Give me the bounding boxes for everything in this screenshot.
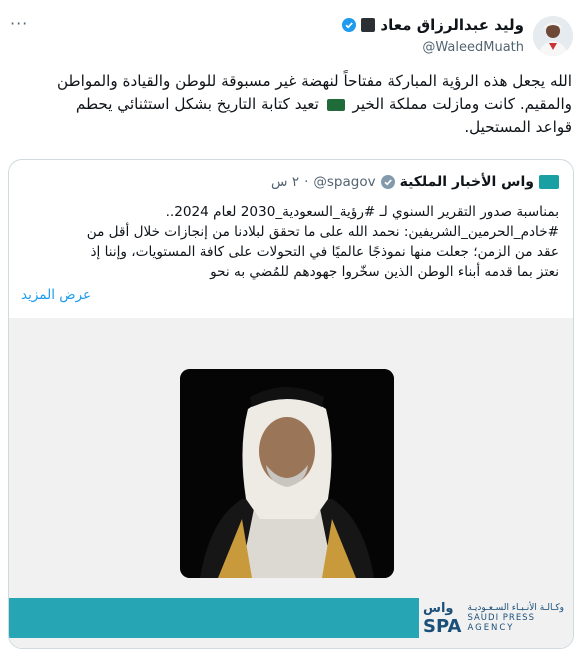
show-more-link[interactable]: عرض المزيد [21, 287, 91, 303]
quote-line: نعتز بما قدمه أبناء الوطن الذين سخّروا ج… [210, 264, 559, 280]
verified-badge-icon [342, 18, 357, 32]
teal-pattern-band [9, 598, 419, 638]
meta-separator: · [304, 174, 309, 190]
tweet-line: قواعد المستحيل. [464, 118, 572, 136]
author-handle[interactable]: @WaleedMuath [342, 40, 524, 55]
quote-time[interactable]: ٢ س [271, 174, 299, 190]
quote-header: واس الأخبار الملكية @spagov · ٢ س [271, 174, 559, 190]
tweet-line-part: تعيد كتابة التاريخ بشكل استثنائي يحطم [75, 95, 319, 113]
quoted-tweet-card[interactable]: واس الأخبار الملكية @spagov · ٢ س بمناسب… [8, 159, 574, 649]
spa-brand-mark: واس SPA [423, 600, 461, 636]
author-name[interactable]: وليد عبدالرزاق معاد [380, 16, 524, 34]
quote-line: عقد من الزمن؛ جعلت منها نموذجًا عالميًا … [90, 244, 559, 260]
quote-text: بمناسبة صدور التقرير السنوي لـ #رؤية_الس… [21, 202, 559, 282]
more-options-button[interactable]: ··· [10, 14, 28, 33]
saudi-flag-icon [326, 98, 345, 111]
quote-media-image[interactable]: واس SPA وكـالـة الأنـبـاء السـعـوديـة SA… [9, 318, 573, 648]
verified-badge-gray-icon [380, 175, 395, 189]
portrait-photo [180, 369, 394, 578]
quote-author-name[interactable]: واس الأخبار الملكية [400, 174, 534, 190]
shield-emoji-icon [361, 18, 376, 32]
brand-mark-bottom: SPA [423, 616, 462, 637]
tweet-line: والمقيم. كانت ومازلت مملكة الخير تعيد كت… [12, 93, 572, 116]
author-avatar[interactable] [533, 16, 573, 56]
quote-line: #خادم_الحرمين_الشريفين: نحمد الله على ما… [86, 224, 559, 240]
tweet-line-part: والمقيم. كانت ومازلت مملكة الخير [352, 95, 572, 113]
brand-english-1: SAUDI PRESS [467, 613, 535, 623]
tweet-header: وليد عبدالرزاق معاد @WaleedMuath [342, 16, 524, 55]
avatar-image [533, 16, 573, 56]
quote-line: بمناسبة صدور التقرير السنوي لـ #رؤية_الس… [165, 204, 559, 220]
brand-english-2: AGENCY [467, 623, 515, 633]
brand-arabic: وكـالـة الأنـبـاء السـعـوديـة [467, 603, 564, 613]
spa-brand-text: وكـالـة الأنـبـاء السـعـوديـة SAUDI PRES… [467, 603, 564, 633]
spa-logo-icon [539, 175, 559, 189]
tweet-line: الله يجعل هذه الرؤية المباركة مفتاحاً لن… [56, 72, 572, 90]
tweet-text: الله يجعل هذه الرؤية المباركة مفتاحاً لن… [12, 70, 572, 139]
quote-handle[interactable]: @spagov [313, 174, 375, 190]
spa-brand-block: واس SPA وكـالـة الأنـبـاء السـعـوديـة SA… [423, 596, 565, 640]
